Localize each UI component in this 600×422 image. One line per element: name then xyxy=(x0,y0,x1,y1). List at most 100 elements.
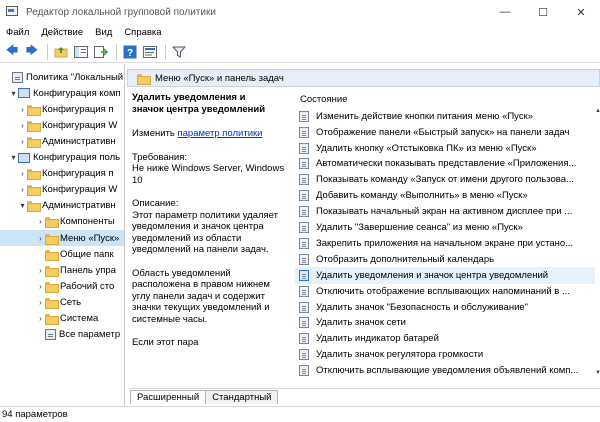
forward-arrow-icon[interactable]: 🡆 xyxy=(23,43,41,61)
help-icon[interactable]: ? xyxy=(121,43,139,61)
maximize-button[interactable]: ☐ xyxy=(524,0,562,24)
policy-row[interactable]: Добавить команду «Выполнить» в меню «Пус… xyxy=(295,188,595,205)
folder-icon xyxy=(45,217,59,229)
tab-standard[interactable]: Стандартный xyxy=(205,390,279,404)
tree-item[interactable]: › Конфигурация W xyxy=(0,117,124,133)
menu-bar: Файл Действие Вид Справка xyxy=(0,24,600,41)
scroll-down-icon[interactable]: ▼ xyxy=(595,370,600,376)
tree-item-label: Конфигурация W xyxy=(42,184,118,196)
policy-label: Закрепить приложения на начальном экране… xyxy=(316,237,574,249)
tree-item[interactable]: ▾ Административн xyxy=(0,198,124,214)
tree-item[interactable]: › Компоненты xyxy=(0,214,124,230)
up-folder-icon[interactable] xyxy=(52,43,70,61)
collapsed-chevron-icon[interactable]: › xyxy=(36,282,45,291)
requirements-text: Не ниже Windows Server, Windows 10 xyxy=(132,163,285,186)
filter-icon[interactable] xyxy=(170,43,188,61)
expanded-chevron-icon[interactable]: ▾ xyxy=(18,201,27,210)
policy-title: Удалить уведомления и значок центра увед… xyxy=(132,92,266,115)
tree-item[interactable]: › Система xyxy=(0,311,124,327)
collapsed-chevron-icon[interactable]: › xyxy=(36,234,45,243)
collapsed-chevron-icon[interactable]: › xyxy=(18,185,27,194)
computer-icon xyxy=(18,88,30,99)
tree-item-label: Конфигурация поль xyxy=(33,152,121,163)
properties-icon[interactable] xyxy=(141,43,159,61)
minimize-button[interactable]: — xyxy=(486,0,524,24)
policy-row[interactable]: Показывать начальный экран на активном д… xyxy=(295,203,595,220)
close-button[interactable]: ✕ xyxy=(562,0,600,24)
policy-row[interactable]: Показывать команду «Запуск от имени друг… xyxy=(295,172,595,189)
tree-item[interactable]: › Конфигурация п xyxy=(0,101,124,117)
policy-label: Удалить индикатор батарей xyxy=(316,333,439,345)
policy-row[interactable]: Отключить всплывающие уведомления объявл… xyxy=(295,362,595,376)
policy-row[interactable]: Отключить отображение всплывающих напоми… xyxy=(295,283,595,300)
folder-icon xyxy=(27,185,41,197)
tree-item[interactable]: › Конфигурация W xyxy=(0,182,124,198)
policy-row[interactable]: Удалить "Завершение сеанса" из меню «Пус… xyxy=(295,219,595,236)
edit-policy-link[interactable]: параметр политики xyxy=(178,128,263,139)
tree-item[interactable]: Политика "Локальный xyxy=(0,69,124,85)
tree-item-label: Конфигурация п xyxy=(42,103,114,115)
tree-item[interactable]: ▾ Конфигурация комп xyxy=(0,85,124,101)
expanded-chevron-icon[interactable]: ▾ xyxy=(9,89,18,98)
policy-row[interactable]: Отображение панели «Быстрый запуск» на п… xyxy=(295,124,595,141)
menu-action[interactable]: Действие xyxy=(35,27,89,38)
description-text: Этот параметр политики удаляет уведомлен… xyxy=(132,209,279,256)
scroll-up-icon[interactable]: ▲ xyxy=(595,108,600,114)
menu-view[interactable]: Вид xyxy=(89,27,118,38)
tree-item-label: Меню «Пуск» xyxy=(60,232,120,244)
description-paragraph: Область уведомлений расположена в правом… xyxy=(132,267,270,325)
tree-item-label: Сеть xyxy=(60,296,82,308)
folder-icon xyxy=(27,136,41,148)
tree-item[interactable]: › Административн xyxy=(0,133,124,149)
tree-item[interactable]: › Рабочий сто xyxy=(0,278,124,294)
collapsed-chevron-icon[interactable]: › xyxy=(36,298,45,307)
tree-item-label: Конфигурация W xyxy=(42,119,118,131)
collapsed-chevron-icon[interactable]: › xyxy=(36,217,45,226)
back-arrow-icon[interactable]: 🡄 xyxy=(3,43,21,61)
tree-item[interactable]: › Конфигурация п xyxy=(0,166,124,182)
policy-row[interactable]: Изменить действие кнопки питания меню «П… xyxy=(295,108,595,125)
policy-row[interactable]: Удалить значок сети xyxy=(295,315,595,332)
policy-setting-icon xyxy=(299,126,309,138)
toolbar: 🡄 🡆 ? xyxy=(0,41,600,63)
policy-row[interactable]: Отобразить дополнительный календарь xyxy=(295,251,595,268)
collapsed-chevron-icon[interactable]: › xyxy=(18,137,27,146)
tree-item[interactable]: Все параметр xyxy=(0,327,124,343)
tree-pane[interactable]: Политика "Локальный ▾ Конфигурация комп › Ко… xyxy=(0,64,125,406)
policy-row[interactable]: Удалить индикатор батарей xyxy=(295,331,595,348)
folder-icon xyxy=(27,201,41,213)
show-hide-tree-icon[interactable] xyxy=(72,43,90,61)
policy-row[interactable]: Удалить кнопку «Отстыковка ПК» из меню «… xyxy=(295,140,595,157)
collapsed-chevron-icon[interactable]: › xyxy=(36,314,45,323)
status-text: 94 параметров xyxy=(2,409,68,420)
tree-item-label: Административн xyxy=(42,135,116,147)
policy-row[interactable]: Закрепить приложения на начальном экране… xyxy=(295,235,595,252)
collapsed-chevron-icon[interactable]: › xyxy=(36,266,45,275)
tree-item[interactable]: › Сеть xyxy=(0,294,124,310)
collapsed-chevron-icon[interactable]: › xyxy=(18,169,27,178)
policy-row[interactable]: Автоматически показывать представление «… xyxy=(295,156,595,173)
tree-item[interactable]: Общие папк xyxy=(0,246,124,262)
policy-list-scrollbar[interactable]: ▲ ▼ xyxy=(595,108,600,376)
menu-file[interactable]: Файл xyxy=(0,27,35,38)
tab-extended[interactable]: Расширенный xyxy=(130,390,207,404)
policy-row[interactable]: Удалить значок "Безопасность и обслужива… xyxy=(295,299,595,316)
policy-row[interactable]: Удалить значок регулятора громкости xyxy=(295,347,595,364)
content-header: Меню «Пуск» и панель задач xyxy=(127,69,600,87)
menu-help[interactable]: Справка xyxy=(118,27,167,38)
folder-icon xyxy=(45,265,59,277)
tree-item[interactable]: ▾ Конфигурация поль xyxy=(0,150,124,166)
policy-setting-icon xyxy=(299,174,309,186)
collapsed-chevron-icon[interactable]: › xyxy=(18,105,27,114)
folder-icon xyxy=(137,73,151,85)
policy-label: Автоматически показывать представление «… xyxy=(316,158,577,170)
column-header-state[interactable]: Состояние xyxy=(295,91,595,107)
computer-icon xyxy=(18,152,30,163)
export-icon[interactable] xyxy=(92,43,110,61)
tree-item[interactable]: › Меню «Пуск» xyxy=(0,230,124,246)
tree-item[interactable]: › Панель упра xyxy=(0,262,124,278)
collapsed-chevron-icon[interactable]: › xyxy=(18,121,27,130)
folder-icon xyxy=(45,281,59,293)
policy-row[interactable]: Удалить уведомления и значок центра увед… xyxy=(295,267,595,284)
expanded-chevron-icon[interactable]: ▾ xyxy=(9,153,18,162)
